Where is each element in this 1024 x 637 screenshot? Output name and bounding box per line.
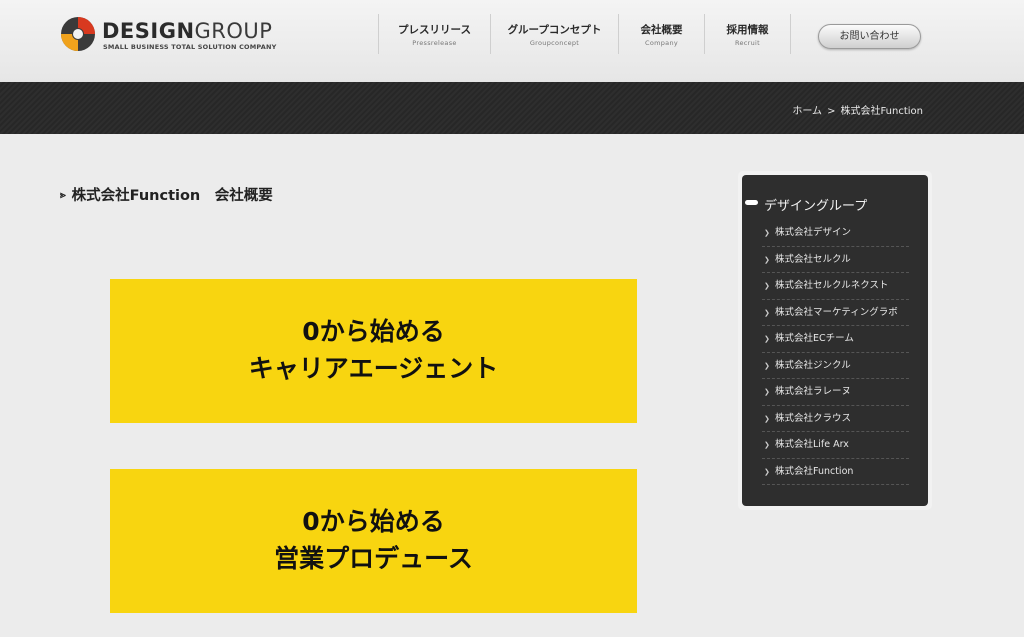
chevron-right-icon: ❯ <box>764 361 770 370</box>
sidebar-title: デザイングループ <box>764 199 868 214</box>
global-nav: プレスリリース Pressrelease グループコンセプト Groupconc… <box>378 14 791 54</box>
breadcrumb-separator: > <box>827 106 836 117</box>
sidebar-item-label: 株式会社Life Arx <box>775 439 849 450</box>
sidebar-item[interactable]: ❯ 株式会社Life Arx <box>762 432 909 459</box>
chevron-right-icon: ❯ <box>764 414 770 423</box>
chevron-right-icon: ❯ <box>764 229 770 237</box>
breadcrumb-band: ホーム > 株式会社Function <box>0 82 1024 134</box>
logo-word-thin: GROUP <box>194 19 273 43</box>
sidebar-item-label: 株式会社マーケティングラボ <box>775 306 898 318</box>
chevron-right-icon: ❯ <box>764 441 770 449</box>
nav-label-jp: プレスリリース <box>398 23 471 36</box>
logo-word-bold: DESIGN <box>102 19 195 43</box>
banner-line2: キャリアエージェント <box>248 354 499 383</box>
breadcrumb-current: 株式会社Function <box>840 106 923 117</box>
banner-line1: 0から始める <box>302 507 445 536</box>
sidebar-item[interactable]: ❯ 株式会社セルクルネクスト <box>762 273 909 300</box>
breadcrumb-home-link[interactable]: ホーム <box>792 106 822 117</box>
page-title-text: 株式会社Function 会社概要 <box>71 188 273 204</box>
sidebar-item[interactable]: ❯ 株式会社クラウス <box>762 406 909 432</box>
logo-mark-icon <box>61 17 95 51</box>
sidebar-item[interactable]: ❯ 株式会社デザイン <box>762 220 909 247</box>
nav-item-company[interactable]: 会社概要 Company <box>618 14 704 54</box>
sidebar-item[interactable]: ❯ 株式会社ジンクル <box>762 353 909 379</box>
chevron-right-icon: ❯ <box>764 388 770 396</box>
logo-wordmark: DESIGNGROUP <box>102 19 272 43</box>
banner-line2: 営業プロデュース <box>274 544 473 573</box>
group-sidebar: デザイングループ ❯ 株式会社デザイン ❯ 株式会社セルクル ❯ 株式会社セルクルネク… <box>738 171 932 510</box>
chevron-right-icon: ❯ <box>764 335 770 343</box>
sidebar-item[interactable]: ❯ 株式会社マーケティングラボ <box>762 300 909 326</box>
site-header: DESIGNGROUP SMALL BUSINESS TOTAL SOLUTIO… <box>0 0 1024 82</box>
sidebar-item-label: 株式会社ジンクル <box>775 359 851 371</box>
sidebar-item-label: 株式会社ラレーヌ <box>775 386 852 397</box>
sidebar-item-label: 株式会社セルクルネクスト <box>775 280 889 291</box>
sidebar-item-label: 株式会社クラウス <box>775 412 852 424</box>
sidebar-item-label: 株式会社デザイン <box>775 227 852 238</box>
banner-sales-produce[interactable]: 0から始める 営業プロデュース <box>110 469 637 613</box>
nav-label-jp: 会社概要 <box>640 23 683 36</box>
sidebar-panel: デザイングループ ❯ 株式会社デザイン ❯ 株式会社セルクル ❯ 株式会社セルクルネク… <box>742 175 928 506</box>
nav-label-jp: グループコンセプト <box>507 23 602 36</box>
nav-item-groupconcept[interactable]: グループコンセプト Groupconcept <box>490 14 618 54</box>
nav-label-en: Company <box>644 38 679 47</box>
nav-label-en: Pressrelease <box>412 38 457 47</box>
nav-label-en: Groupconcept <box>529 38 580 47</box>
nav-item-recruit[interactable]: 採用情報 Recruit <box>704 14 791 54</box>
sidebar-list: ❯ 株式会社デザイン ❯ 株式会社セルクル ❯ 株式会社セルクルネクスト ❯ 株式会社マ… <box>762 220 909 485</box>
nav-label-en: Recruit <box>734 38 761 47</box>
page-title: ⪢ 株式会社Function 会社概要 <box>60 184 273 205</box>
sidebar-item-label: 株式会社ECチーム <box>775 333 854 344</box>
site-logo[interactable]: DESIGNGROUP SMALL BUSINESS TOTAL SOLUTIO… <box>60 16 276 56</box>
banner-line1: 0から始める <box>302 317 445 346</box>
chevron-right-icon: ❯ <box>764 255 770 264</box>
sidebar-item-label: 株式会社セルクル <box>775 253 851 265</box>
contact-button[interactable]: お問い合わせ <box>818 24 921 49</box>
chevron-right-icon: ❯ <box>764 467 770 476</box>
nav-label-jp: 採用情報 <box>726 23 769 36</box>
double-chevron-icon: ⪢ <box>60 190 66 201</box>
breadcrumb: ホーム > 株式会社Function <box>792 102 923 117</box>
sidebar-item[interactable]: ❯ 株式会社セルクル <box>762 247 909 273</box>
sidebar-item-label: 株式会社Function <box>775 465 854 477</box>
chevron-right-icon: ❯ <box>764 308 770 317</box>
sidebar-item[interactable]: ❯ 株式会社ECチーム <box>762 326 909 353</box>
sidebar-item[interactable]: ❯ 株式会社ラレーヌ <box>762 379 909 406</box>
sidebar-title-marker-icon <box>745 200 758 205</box>
nav-item-pressrelease[interactable]: プレスリリース Pressrelease <box>378 14 490 54</box>
logo-tagline: SMALL BUSINESS TOTAL SOLUTION COMPANY <box>103 43 277 51</box>
sidebar-item[interactable]: ❯ 株式会社Function <box>762 459 909 485</box>
chevron-right-icon: ❯ <box>764 282 770 290</box>
banner-career-agent[interactable]: 0から始める キャリアエージェント <box>110 279 637 423</box>
